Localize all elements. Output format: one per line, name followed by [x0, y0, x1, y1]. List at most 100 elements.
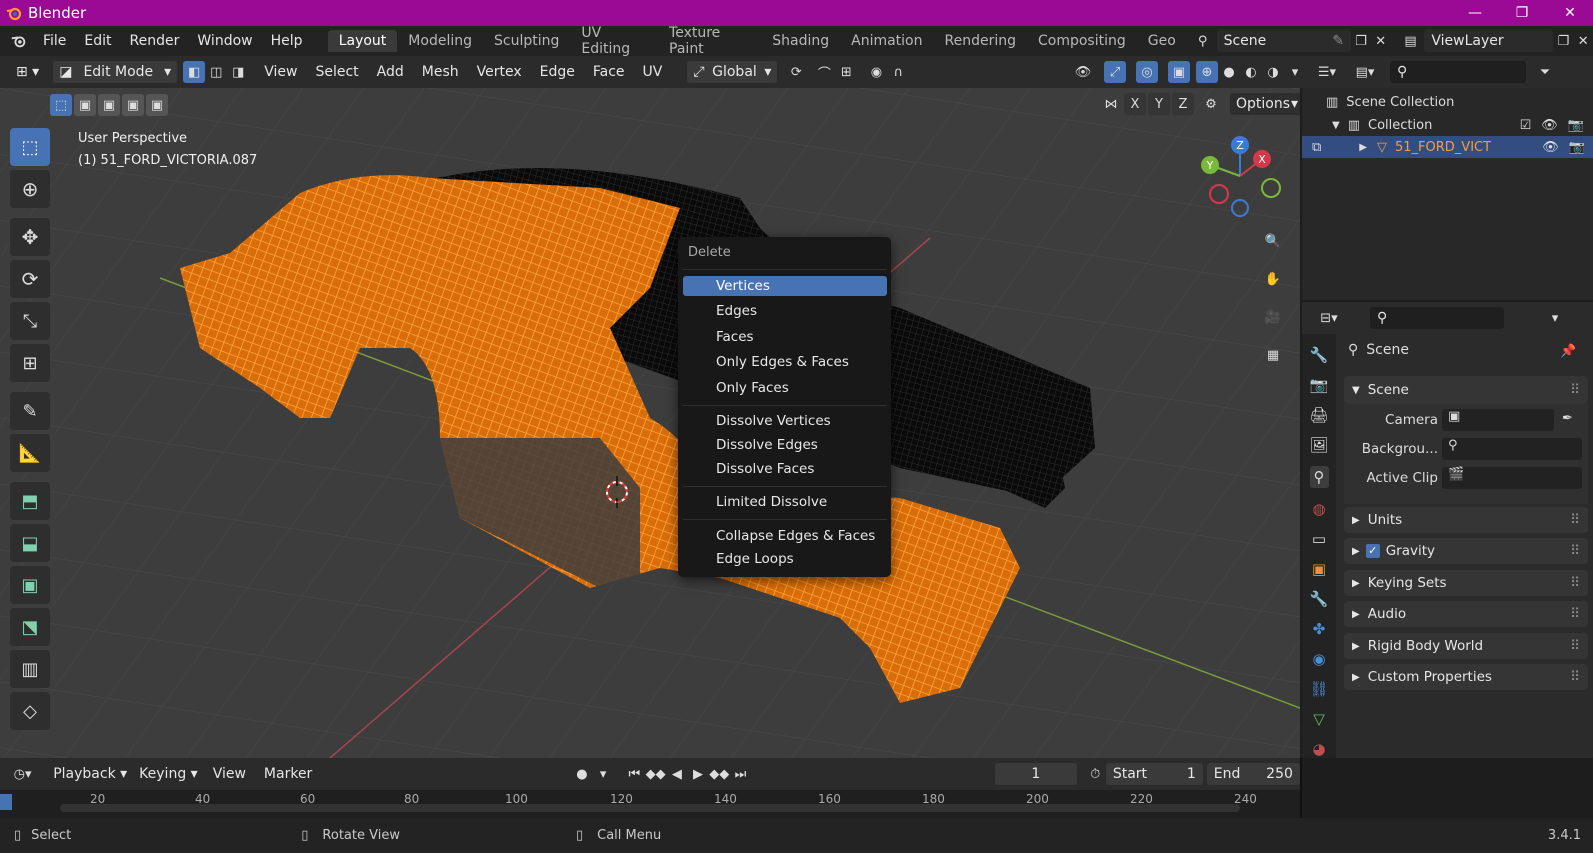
gizmo-toggle-icon[interactable]: ⤢ [1104, 61, 1126, 83]
output-tab-icon[interactable]: 🖨 [1309, 406, 1328, 424]
tab-modeling[interactable]: Modeling [397, 30, 483, 52]
viewlayer-field[interactable]: ViewLayer [1424, 30, 1554, 52]
tool-tab-icon[interactable]: 🔧 [1310, 346, 1329, 364]
extrude-tool[interactable]: ⬓ [10, 524, 50, 562]
material-shading-icon[interactable]: ◐ [1240, 61, 1262, 83]
tab-uv-editing[interactable]: UV Editing [570, 22, 658, 60]
new-viewlayer-icon[interactable]: ❐ [1553, 30, 1573, 52]
menu-uv[interactable]: UV [634, 64, 672, 80]
pin-icon[interactable]: ✎ [1332, 33, 1344, 49]
outliner-row-collection[interactable]: ▼ ▥ Collection ☑ 👁 📷 [1332, 114, 1592, 136]
menu-item-dissolve-edges[interactable]: Dissolve Edges [683, 435, 887, 455]
menu-item-only-faces[interactable]: Only Faces [683, 378, 887, 398]
tab-compositing[interactable]: Compositing [1027, 30, 1137, 52]
scene-tab-icon[interactable]: ⚲ [1309, 466, 1329, 488]
eye-icon[interactable]: 👁 [1541, 118, 1558, 133]
properties-editor-type-icon[interactable]: ⊟▾ [1318, 307, 1340, 329]
menu-item-faces[interactable]: Faces [683, 327, 887, 347]
eyedropper-icon[interactable]: ✒ [1562, 411, 1573, 426]
tab-shading[interactable]: Shading [761, 30, 840, 52]
inset-tool[interactable]: ▣ [10, 566, 50, 604]
menu-item-only-edges-faces[interactable]: Only Edges & Faces [683, 352, 887, 372]
keying-menu[interactable]: Keying ▾ [133, 763, 204, 785]
tab-sculpting[interactable]: Sculpting [483, 30, 570, 52]
menu-item-dissolve-faces[interactable]: Dissolve Faces [683, 459, 887, 479]
tab-geometry[interactable]: Geo [1137, 30, 1187, 52]
editor-type-button[interactable]: ⊞ ▾ [10, 61, 45, 83]
start-frame-field[interactable]: Start 1 [1105, 763, 1203, 785]
marker-menu[interactable]: Marker [255, 766, 321, 782]
tab-texture-paint[interactable]: Texture Paint [658, 22, 761, 60]
menu-item-vertices[interactable]: Vertices [683, 276, 887, 296]
play-reverse-icon[interactable]: ◀ [666, 763, 687, 785]
constraints-tab-icon[interactable]: ⛓ [1309, 680, 1328, 698]
select-invert-icon[interactable]: ▣ [122, 94, 144, 116]
menu-file[interactable]: File [34, 33, 75, 49]
drag-handle-icon[interactable]: ⠿ [1570, 606, 1580, 622]
measure-tool[interactable]: 📐 [10, 434, 50, 472]
expand-arrow-icon[interactable]: ▼ [1332, 120, 1340, 131]
drag-handle-icon[interactable]: ⠿ [1570, 638, 1580, 654]
physics-tab-icon[interactable]: ◉ [1312, 650, 1325, 668]
axis-y-toggle[interactable]: Y [1148, 93, 1170, 115]
scene-selector-icon[interactable]: ⚲ [1193, 30, 1213, 52]
gravity-checkbox[interactable]: ✓ [1365, 544, 1380, 558]
face-select-icon[interactable]: ◨ [227, 61, 249, 83]
menu-vertex[interactable]: Vertex [468, 64, 531, 80]
add-cube-tool[interactable]: ⬒ [10, 482, 50, 520]
panel-audio[interactable]: ▶ Audio ⠿ [1344, 601, 1588, 627]
wrench-icon[interactable]: ⚙ [1200, 93, 1222, 115]
3d-viewport[interactable]: Z X Y ⬚ ▣ ▣ ▣ ▣ ⋈ X Y Z ⚙ Options ▾ 🔍 ✋ 🎥… [0, 88, 1300, 758]
menu-item-edge-loops[interactable]: Edge Loops [683, 549, 887, 569]
data-tab-icon[interactable]: ▽ [1313, 710, 1325, 728]
select-intersect-icon[interactable]: ▣ [146, 94, 168, 116]
proportional-edit-icon[interactable]: ◉ [865, 61, 887, 83]
outliner-row-object[interactable]: ⧉ ▶ ▽ 51_FORD_VICT 👁 📷 [1302, 136, 1593, 158]
knife-tool[interactable]: ◇ [10, 692, 50, 730]
visibility-icon[interactable]: 👁 [1072, 61, 1094, 83]
rotate-tool[interactable]: ⟳ [10, 260, 50, 298]
menu-help[interactable]: Help [262, 33, 312, 49]
view-layer-tab-icon[interactable]: 🖼 [1309, 436, 1328, 454]
move-tool[interactable]: ✥ [10, 218, 50, 256]
collection-tab-icon[interactable]: ▭ [1312, 530, 1326, 548]
include-checkbox-icon[interactable]: ☑ [1520, 118, 1532, 133]
panel-custom-properties[interactable]: ▶ Custom Properties ⠿ [1344, 664, 1588, 690]
menu-face[interactable]: Face [584, 64, 634, 80]
jump-end-icon[interactable]: ⏭ [730, 763, 751, 785]
solid-shading-icon[interactable]: ● [1218, 61, 1240, 83]
outliner-search-input[interactable]: ⚲ [1390, 61, 1526, 83]
minimize-button[interactable]: — [1452, 0, 1498, 26]
delete-scene-icon[interactable]: ✕ [1371, 30, 1391, 52]
pan-hand-icon[interactable]: ✋ [1260, 266, 1286, 292]
bevel-tool[interactable]: ⬔ [10, 608, 50, 646]
world-tab-icon[interactable]: ◍ [1312, 500, 1325, 518]
menu-window[interactable]: Window [188, 33, 261, 49]
properties-search-input[interactable]: ⚲ [1370, 307, 1504, 329]
vertex-select-icon[interactable]: ◧ [183, 61, 206, 83]
mode-selector[interactable]: ◪ Edit Mode ▾ [53, 61, 178, 83]
record-icon[interactable]: ● [571, 763, 592, 785]
scale-tool[interactable]: ⤡ [10, 302, 50, 340]
select-subtract-icon[interactable]: ▣ [98, 94, 120, 116]
panel-units[interactable]: ▶ Units ⠿ [1344, 507, 1588, 533]
panel-keying-sets[interactable]: ▶ Keying Sets ⠿ [1344, 570, 1588, 596]
close-window-button[interactable]: ✕ [1547, 0, 1593, 26]
drag-handle-icon[interactable]: ⠿ [1570, 575, 1580, 591]
tab-layout[interactable]: Layout [327, 30, 398, 52]
menu-view[interactable]: View [255, 64, 306, 80]
menu-add[interactable]: Add [368, 64, 413, 80]
select-new-icon[interactable]: ⬚ [50, 94, 72, 116]
pivot-point-icon[interactable]: ⟳ [785, 61, 807, 83]
drag-handle-icon[interactable]: ⠿ [1570, 512, 1580, 528]
transform-tool[interactable]: ⊞ [10, 344, 50, 382]
axis-x-toggle[interactable]: X [1124, 93, 1146, 115]
drag-handle-icon[interactable]: ⠿ [1570, 669, 1580, 685]
prev-keyframe-icon[interactable]: ◆◆ [645, 763, 666, 785]
select-extend-icon[interactable]: ▣ [74, 94, 96, 116]
falloff-icon[interactable]: ∩ [887, 61, 909, 83]
object-eye-icon[interactable]: 👁 [1542, 140, 1559, 155]
stopwatch-icon[interactable]: ⏱ [1085, 763, 1106, 785]
annotate-tool[interactable]: ✎ [10, 392, 50, 430]
panel-scene[interactable]: ▼ Scene ⠿ [1344, 376, 1588, 404]
